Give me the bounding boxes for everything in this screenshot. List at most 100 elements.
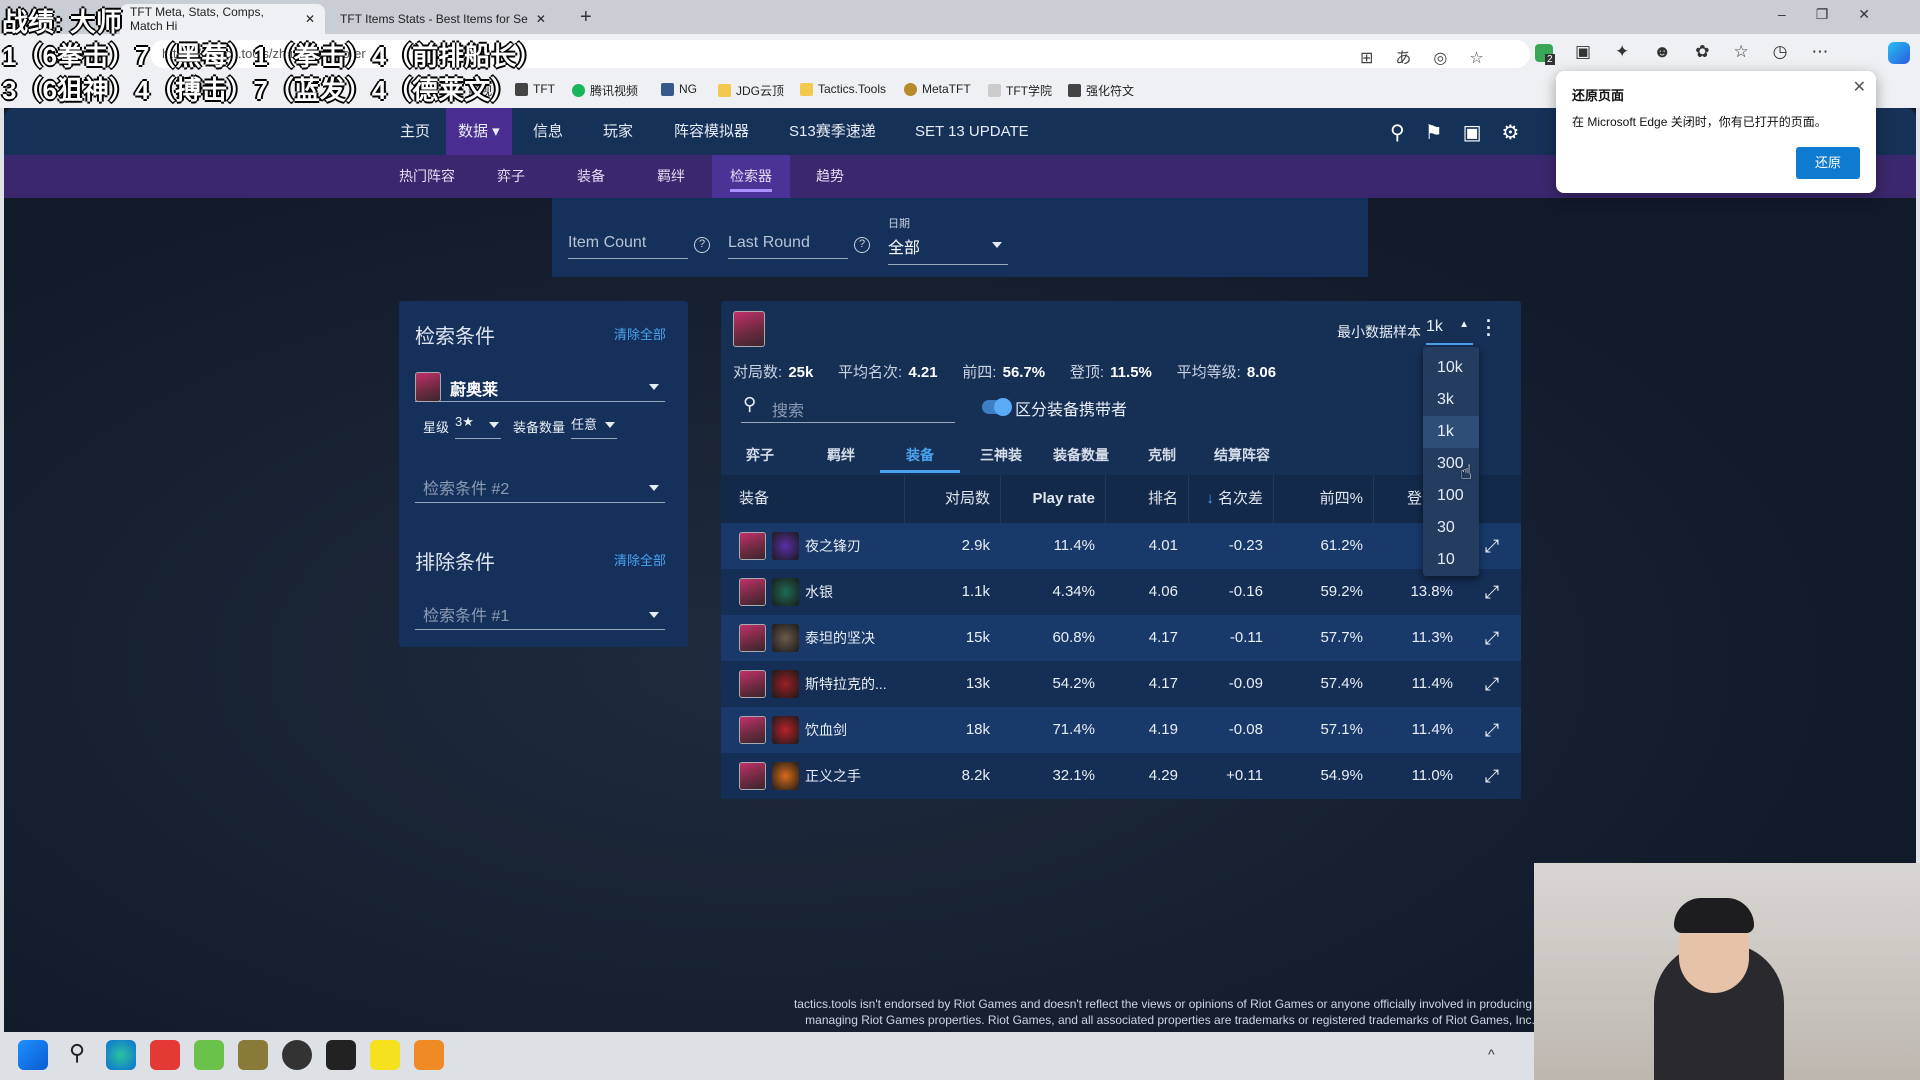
table-row[interactable]: 水银 1.1k 4.34% 4.06 -0.16 59.2% 13.8% ⤢ <box>721 569 1521 615</box>
tab-units[interactable]: 弈子 <box>746 445 774 465</box>
bookmark[interactable]: JDG云顶 <box>718 82 784 99</box>
expand-icon[interactable]: ⤢ <box>1463 753 1521 799</box>
popup-message: 在 Microsoft Edge 关闭时，你有已打开的页面。 <box>1572 115 1827 129</box>
window-controls[interactable]: –❐✕ <box>1778 6 1900 23</box>
bookmark[interactable]: TFT <box>515 82 555 96</box>
wps-icon[interactable] <box>150 1040 180 1070</box>
clear-all-link[interactable]: 清除全部 <box>614 324 666 343</box>
unit-avatar <box>739 578 766 606</box>
min-sample-option[interactable]: 10k <box>1423 352 1479 384</box>
cell-place: 4.29 <box>1148 767 1178 784</box>
tab-item-count[interactable]: 装备数量 <box>1053 445 1109 465</box>
cell-delta: +0.11 <box>1226 767 1263 784</box>
unit-select[interactable]: 蔚奥莱 <box>415 372 665 402</box>
nav-team-builder[interactable]: 阵容模拟器 <box>662 108 761 155</box>
col-place[interactable]: 排名 <box>1105 475 1188 523</box>
copilot-icon[interactable] <box>1888 42 1910 64</box>
star-select[interactable]: 3★ <box>455 414 501 439</box>
table-row[interactable]: 泰坦的坚决 15k 60.8% 4.17 -0.11 57.7% 11.3% ⤢ <box>721 615 1521 661</box>
nav-icons[interactable]: ⚲⚑▣⚙ <box>1390 120 1539 145</box>
item-count-input[interactable]: Item Count <box>568 234 688 259</box>
cell-win: 11.0% <box>1411 767 1453 784</box>
extension-shield-icon[interactable]: 2 <box>1535 44 1555 65</box>
bookmark[interactable]: 强化符文 <box>1068 82 1134 99</box>
app-icon[interactable] <box>370 1040 400 1070</box>
start-icon[interactable] <box>18 1040 48 1070</box>
summary-stats: 对局数: 25k 平均名次: 4.21 前四: 56.7% 登顶: 11.5% … <box>733 364 1277 381</box>
table-row[interactable]: 夜之锋刃2.9k11.4%4.01-0.2361.2%12⤢ <box>721 523 1521 569</box>
tab-traits[interactable]: 羁绊 <box>827 445 855 465</box>
table-row[interactable]: 饮血剑 18k 71.4% 4.19 -0.08 57.1% 11.4% ⤢ <box>721 707 1521 753</box>
close-icon[interactable]: ✕ <box>1853 77 1866 97</box>
min-sample-option[interactable]: 3k <box>1423 384 1479 416</box>
tab-three-items[interactable]: 三神装 <box>980 445 1022 465</box>
close-tab-icon[interactable]: ✕ <box>536 12 546 26</box>
cell-top4: 57.1% <box>1320 721 1363 738</box>
min-sample-option[interactable]: 1k <box>1423 416 1479 448</box>
help-icon[interactable]: ? <box>694 237 710 253</box>
expand-icon[interactable]: ⤢ <box>1463 707 1521 753</box>
nav-s13[interactable]: S13赛季速递 <box>777 108 888 155</box>
league-icon[interactable] <box>238 1040 268 1070</box>
expand-icon[interactable]: ⤢ <box>1463 661 1521 707</box>
min-sample-option[interactable]: 30 <box>1423 512 1479 544</box>
bookmark[interactable]: Tactics.Tools <box>800 82 886 96</box>
nav-players[interactable]: 玩家 <box>591 108 645 155</box>
date-select[interactable]: 全部 <box>888 234 1008 265</box>
more-options-icon[interactable]: · · · <box>1486 312 1492 344</box>
tab-counters[interactable]: 克制 <box>1148 445 1176 465</box>
cell-delta: -0.16 <box>1228 583 1263 600</box>
clear-all-link[interactable]: 清除全部 <box>614 550 666 569</box>
app-icon[interactable] <box>414 1040 444 1070</box>
bookmark[interactable]: MetaTFT <box>904 82 971 96</box>
exclude-conditions-title: 排除条件 <box>415 552 495 574</box>
col-top4[interactable]: 前四% <box>1273 475 1373 523</box>
condition-2-select[interactable]: 检索条件 #2 <box>415 475 665 503</box>
col-delta[interactable]: ↓ 名次差 <box>1188 475 1273 523</box>
tab-final-comps[interactable]: 结算阵容 <box>1214 445 1270 465</box>
browser-tab-1[interactable]: TFT Meta, Stats, Comps, Match Hi ✕ <box>120 4 325 34</box>
toolbar-icons[interactable]: ▣✦☻✿☆◷⋯ <box>1575 42 1853 62</box>
app-icon[interactable] <box>326 1040 356 1070</box>
expand-icon[interactable]: ⤢ <box>1463 615 1521 661</box>
exclude-condition-1-select[interactable]: 检索条件 #1 <box>415 602 665 630</box>
nav-home[interactable]: 主页 <box>388 108 442 155</box>
item-count-select[interactable]: 任意 <box>571 414 617 439</box>
min-sample-option[interactable]: 10 <box>1423 544 1479 576</box>
item-name: 饮血剑 <box>805 722 847 738</box>
nav-set13-update[interactable]: SET 13 UPDATE <box>903 108 1041 155</box>
star-label: 星级 <box>423 420 450 435</box>
tray-chevron-icon[interactable]: ^ <box>1488 1046 1495 1062</box>
table-row[interactable]: 正义之手 8.2k 32.1% 4.29 +0.11 54.9% 11.0% ⤢ <box>721 753 1521 799</box>
search-input[interactable]: ⚲ 搜索 <box>741 393 955 423</box>
obs-icon[interactable] <box>282 1040 312 1070</box>
min-sample-select[interactable]: 1k ▲ <box>1426 318 1473 345</box>
bookmark[interactable]: TFT学院 <box>988 82 1052 99</box>
last-round-input[interactable]: Last Round <box>728 234 848 259</box>
col-item[interactable]: 装备 <box>721 475 904 523</box>
subnav-items[interactable]: 装备 <box>559 155 623 198</box>
subnav-trends[interactable]: 趋势 <box>798 155 862 198</box>
search-icon[interactable]: ⚲ <box>62 1040 92 1070</box>
nav-data[interactable]: 数据 ▾ <box>446 108 512 155</box>
subnav-comps[interactable]: 热门阵容 <box>381 155 473 198</box>
close-tab-icon[interactable]: ✕ <box>305 12 315 26</box>
col-play-rate[interactable]: Play rate <box>1000 475 1105 523</box>
col-games[interactable]: 对局数 <box>904 475 1000 523</box>
subnav-explorer[interactable]: 检索器 <box>712 155 790 198</box>
subnav-units[interactable]: 弈子 <box>479 155 543 198</box>
restore-button[interactable]: 还原 <box>1796 147 1860 179</box>
bookmark[interactable]: 腾讯视频 <box>572 82 638 99</box>
help-icon[interactable]: ? <box>854 237 870 253</box>
subnav-traits[interactable]: 羁绊 <box>639 155 703 198</box>
edge-icon[interactable] <box>106 1040 136 1070</box>
bookmark[interactable]: NG <box>661 82 697 96</box>
nav-info[interactable]: 信息 <box>521 108 575 155</box>
browser-tab-2[interactable]: TFT Items Stats - Best Items for Se ✕ <box>330 4 560 34</box>
table-row[interactable]: 斯特拉克的... 13k 54.2% 4.17 -0.09 57.4% 11.4% ⤢ <box>721 661 1521 707</box>
new-tab-icon[interactable]: + <box>580 6 592 29</box>
address-bar-icons[interactable]: ⊞あ◎☆ <box>1360 44 1506 68</box>
tab-items[interactable]: 装备 <box>880 437 960 473</box>
toggle-switch[interactable] <box>982 398 1012 416</box>
browser-icon[interactable] <box>194 1040 224 1070</box>
